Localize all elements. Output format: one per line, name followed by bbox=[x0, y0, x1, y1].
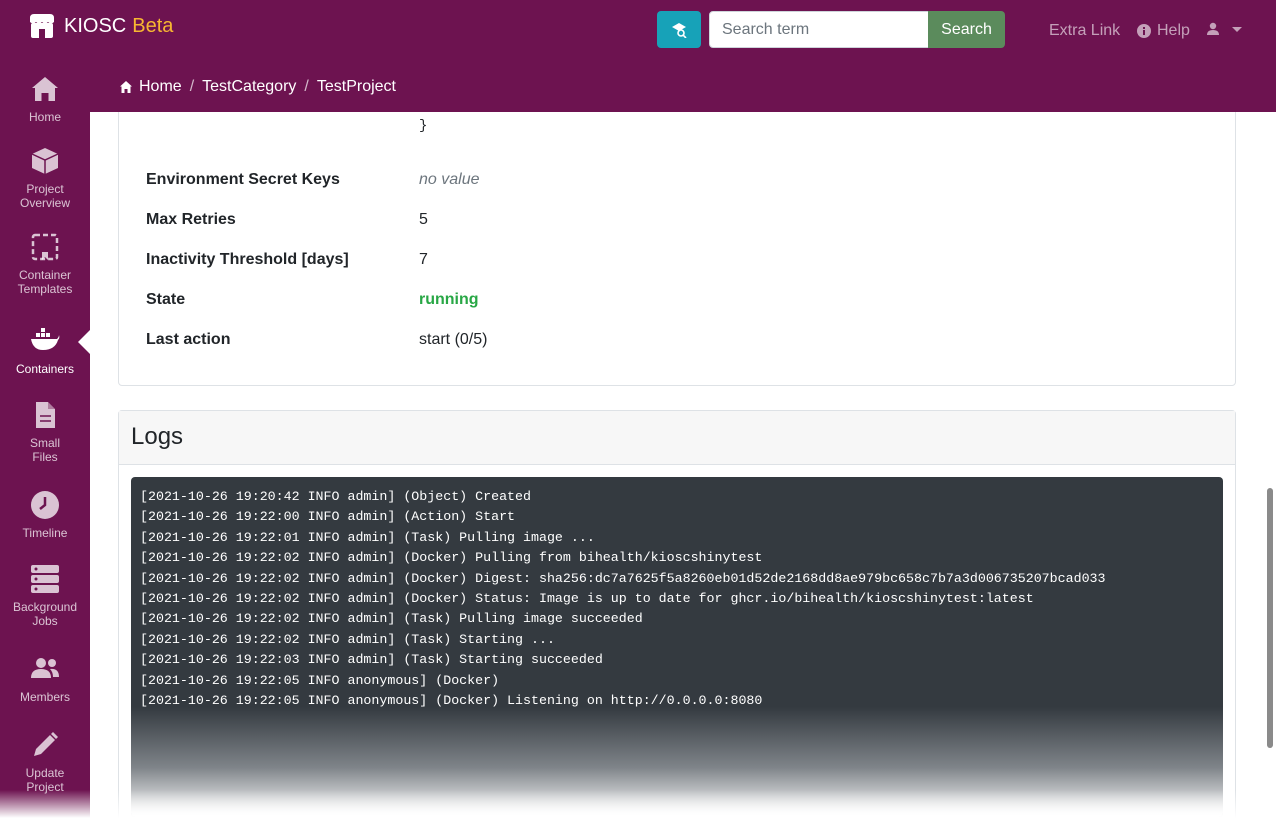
sidebar-item-label: Members bbox=[19, 690, 70, 704]
extra-link[interactable]: Extra Link bbox=[1049, 22, 1120, 40]
sidebar-item-members[interactable]: Members bbox=[0, 654, 90, 704]
bottom-fade bbox=[0, 790, 1276, 818]
active-indicator bbox=[78, 330, 90, 354]
sidebar-item-timeline[interactable]: Timeline bbox=[0, 490, 90, 540]
sidebar-item-label: Background Jobs bbox=[12, 600, 78, 628]
store-icon bbox=[30, 14, 54, 38]
search-input[interactable] bbox=[709, 11, 929, 48]
detail-label: State bbox=[146, 291, 186, 308]
search-button[interactable]: Search bbox=[928, 11, 1005, 48]
breadcrumb-category[interactable]: TestCategory bbox=[202, 78, 296, 96]
clock-icon bbox=[31, 491, 59, 519]
detail-label: Max Retries bbox=[146, 211, 236, 228]
user-menu[interactable] bbox=[1206, 22, 1242, 36]
page-scrollbar[interactable] bbox=[1267, 488, 1273, 748]
docker-icon bbox=[31, 328, 60, 350]
sidebar-item-small-files[interactable]: Small Files bbox=[0, 400, 90, 464]
sidebar-item-update-project[interactable]: Update Project bbox=[0, 730, 90, 794]
log-line: [2021-10-26 19:22:02 INFO admin] (Task) … bbox=[140, 631, 555, 647]
pencil-icon bbox=[34, 732, 58, 756]
breadcrumb-project[interactable]: TestProject bbox=[317, 78, 396, 96]
log-line: [2021-10-26 19:22:02 INFO admin] (Docker… bbox=[140, 591, 1034, 607]
log-line: [2021-10-26 19:22:02 INFO admin] (Docker… bbox=[140, 570, 1106, 586]
sidebar-item-label: Containers bbox=[15, 362, 75, 376]
brand-logo[interactable]: KIOSC Beta bbox=[28, 12, 173, 40]
json-closing-brace: } bbox=[419, 118, 428, 134]
detail-label: Inactivity Threshold [days] bbox=[146, 251, 349, 268]
help-label: Help bbox=[1157, 22, 1190, 39]
detail-value: 5 bbox=[419, 211, 428, 228]
sidebar-item-project-overview[interactable]: Project Overview bbox=[0, 146, 90, 210]
detail-label: Last action bbox=[146, 331, 231, 348]
log-line: [2021-10-26 19:22:00 INFO admin] (Action… bbox=[140, 509, 516, 525]
sidebar-item-containers[interactable]: Containers bbox=[0, 326, 90, 376]
status-badge: running bbox=[419, 291, 479, 308]
home-icon bbox=[120, 81, 132, 93]
breadcrumb-separator: / bbox=[304, 78, 309, 95]
sidebar-item-background-jobs[interactable]: Background Jobs bbox=[0, 564, 90, 628]
sidebar-item-label: Home bbox=[28, 110, 61, 124]
logs-header: Logs bbox=[119, 411, 1235, 465]
sidebar-item-label: Container Templates bbox=[17, 268, 73, 296]
file-icon bbox=[36, 402, 55, 428]
log-line: [2021-10-26 19:22:01 INFO admin] (Task) … bbox=[140, 529, 595, 545]
cube-icon bbox=[31, 148, 59, 174]
logs-title: Logs bbox=[131, 423, 184, 450]
detail-value: start (0/5) bbox=[419, 331, 488, 348]
chevron-down-icon bbox=[1232, 26, 1242, 32]
sidebar-item-label: Project Overview bbox=[19, 182, 70, 210]
sidebar-item-label: Timeline bbox=[22, 526, 68, 540]
log-line: [2021-10-26 19:22:03 INFO admin] (Task) … bbox=[140, 652, 603, 668]
beta-badge: Beta bbox=[132, 14, 174, 37]
breadcrumb-separator: / bbox=[189, 78, 195, 95]
log-line: [2021-10-26 19:22:05 INFO anonymous] (Do… bbox=[140, 672, 500, 688]
brand-name: KIOSC bbox=[64, 14, 127, 37]
server-icon bbox=[31, 565, 59, 593]
sidebar-item-home[interactable]: Home bbox=[0, 74, 90, 124]
search-mode-icon bbox=[672, 22, 687, 38]
sidebar-item-container-templates[interactable]: Container Templates bbox=[0, 232, 90, 296]
detail-label: Environment Secret Keys bbox=[146, 171, 340, 188]
advanced-search-button[interactable] bbox=[657, 11, 701, 48]
info-icon bbox=[1137, 24, 1151, 38]
log-line: [2021-10-26 19:20:42 INFO admin] (Object… bbox=[140, 489, 531, 504]
template-icon bbox=[31, 233, 59, 261]
home-icon bbox=[32, 77, 58, 101]
detail-value: no value bbox=[419, 171, 480, 188]
sidebar: Home Project Overview Container Template… bbox=[0, 62, 90, 818]
detail-value: 7 bbox=[419, 251, 428, 268]
breadcrumb-home[interactable]: Home bbox=[139, 78, 182, 96]
help-link[interactable]: Help bbox=[1137, 22, 1190, 40]
breadcrumb: Home / TestCategory / TestProject bbox=[90, 62, 1276, 112]
users-icon bbox=[31, 658, 59, 678]
sidebar-item-label: Small Files bbox=[29, 436, 60, 464]
top-navbar: KIOSC Beta Search Extra Link Help bbox=[0, 0, 1276, 62]
user-icon bbox=[1207, 22, 1219, 35]
log-output[interactable]: [2021-10-26 19:20:42 INFO admin] (Object… bbox=[131, 477, 1223, 817]
log-lines: [2021-10-26 19:20:42 INFO admin] (Object… bbox=[140, 487, 1106, 711]
log-line: [2021-10-26 19:22:02 INFO admin] (Task) … bbox=[140, 611, 643, 627]
log-line: [2021-10-26 19:22:02 INFO admin] (Docker… bbox=[140, 550, 763, 566]
